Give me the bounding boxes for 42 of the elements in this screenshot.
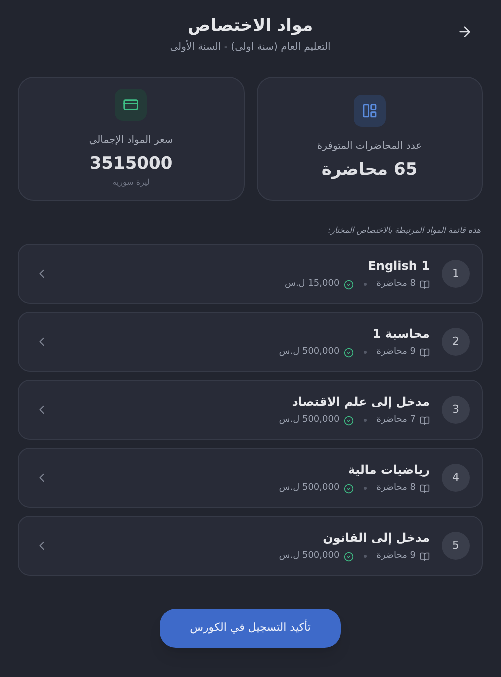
card-icon — [115, 88, 148, 121]
page-subtitle: التعليم العام (سنة اولى) - السنة الأولى — [170, 40, 331, 55]
back-arrow-icon[interactable] — [457, 24, 473, 40]
layout-icon — [354, 94, 386, 127]
subject-price: 500,000 ل.س — [279, 414, 340, 427]
number-badge: 5 — [442, 532, 470, 560]
list-note: هذه قائمة المواد المرتبطة بالاختصاص المختار: — [327, 225, 481, 237]
check-icon — [344, 416, 354, 426]
subject-name: English 1 — [367, 258, 430, 275]
check-icon — [344, 552, 354, 562]
book-icon — [420, 416, 430, 426]
number-badge: 2 — [442, 328, 470, 356]
subject-price: 15,000 ل.س — [284, 278, 340, 291]
lecture-count: 8 محاضرة — [376, 482, 416, 495]
subject-name: مدخل إلى القانون — [322, 530, 430, 547]
number-badge: 3 — [442, 396, 470, 424]
stat-label: سعر المواد الإجمالي — [89, 134, 174, 148]
subject-name: محاسبة 1 — [372, 326, 430, 343]
stat-value: 65 محاضرة — [322, 158, 418, 182]
page-title: مواد الاختصاص — [188, 15, 314, 38]
book-icon — [420, 484, 430, 494]
check-icon — [344, 484, 354, 494]
check-icon — [344, 280, 354, 290]
stat-value: 3515000 — [90, 152, 173, 176]
lecture-count: 9 محاضرة — [376, 346, 416, 359]
book-icon — [420, 348, 430, 358]
subject-price: 500,000 ل.س — [279, 482, 340, 495]
book-icon — [420, 552, 430, 562]
stat-label: عدد المحاضرات المتوفرة — [317, 140, 422, 154]
lecture-count: 7 محاضرة — [376, 414, 416, 427]
check-icon — [344, 348, 354, 358]
number-badge: 1 — [442, 260, 470, 288]
book-icon — [420, 280, 430, 290]
subject-price: 500,000 ل.س — [279, 550, 340, 563]
subject-name: رياضيات مالية — [347, 462, 430, 479]
stat-unit: ليرة سورية — [112, 177, 150, 190]
lecture-count: 9 محاضرة — [376, 550, 416, 563]
subject-price: 500,000 ل.س — [279, 346, 340, 359]
confirm-button[interactable]: تأكيد التسجيل في الكورس — [160, 609, 341, 648]
number-badge: 4 — [442, 464, 470, 492]
lecture-count: 8 محاضرة — [376, 278, 416, 291]
subject-name: مدخل إلى علم الاقتصاد — [291, 394, 430, 411]
